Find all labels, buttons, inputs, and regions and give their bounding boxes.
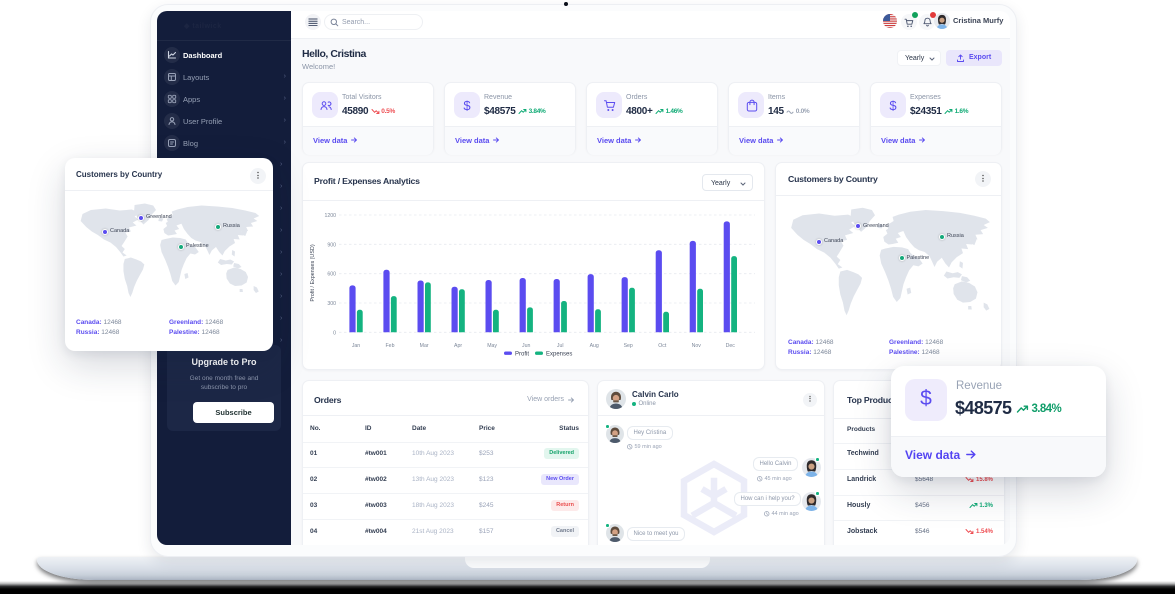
svg-text:Mar: Mar <box>420 343 429 349</box>
svg-text:Apr: Apr <box>454 343 462 349</box>
svg-text:Expenses: Expenses <box>546 352 572 358</box>
svg-text:0: 0 <box>333 330 336 336</box>
svg-text:Sep: Sep <box>624 343 633 349</box>
svg-text:300: 300 <box>327 301 336 307</box>
svg-text:Oct: Oct <box>658 343 667 349</box>
svg-text:Jun: Jun <box>522 343 530 349</box>
svg-text:600: 600 <box>327 272 336 278</box>
svg-text:Profit / Expenses (USD): Profit / Expenses (USD) <box>310 244 316 301</box>
svg-text:Profit: Profit <box>515 352 529 358</box>
svg-text:Nov: Nov <box>692 343 702 349</box>
svg-text:Dec: Dec <box>726 343 736 349</box>
svg-text:900: 900 <box>327 242 336 248</box>
svg-text:Jul: Jul <box>557 343 564 349</box>
svg-text:1200: 1200 <box>324 213 336 219</box>
svg-text:May: May <box>487 343 497 349</box>
svg-text:Feb: Feb <box>386 343 395 349</box>
svg-text:Jan: Jan <box>352 343 360 349</box>
svg-text:Aug: Aug <box>590 343 599 349</box>
